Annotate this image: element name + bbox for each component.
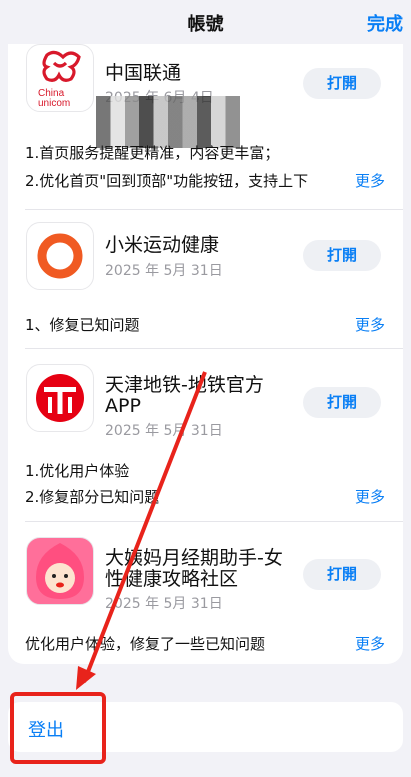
- account-page: 帳號 完成 China unicom 中国联通 2025 年 6月 4日 打開 …: [0, 0, 411, 777]
- annotation-highlight-box: [10, 692, 106, 764]
- annotation-arrow: [76, 371, 207, 690]
